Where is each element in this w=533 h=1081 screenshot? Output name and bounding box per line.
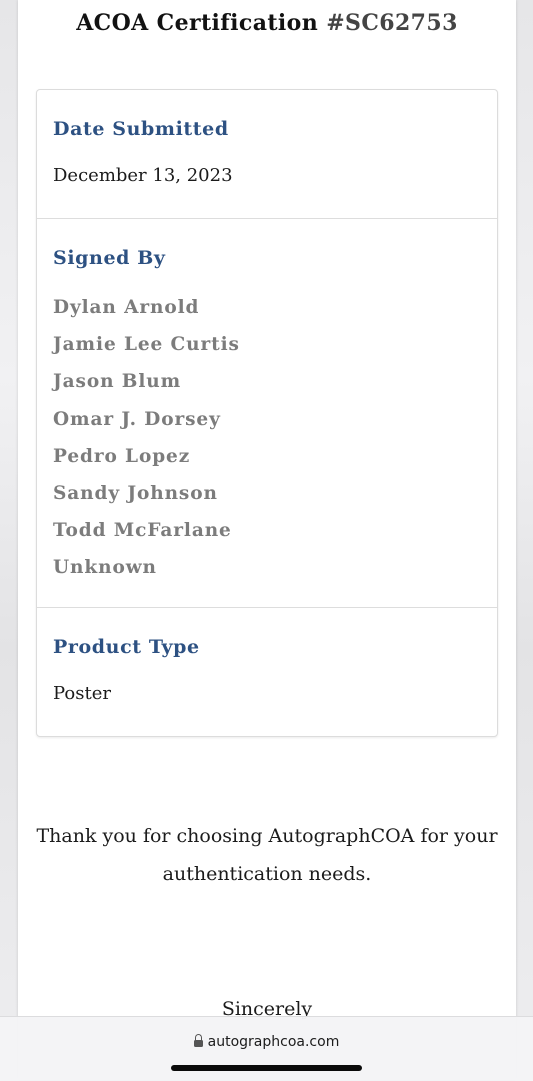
signer-item: Todd McFarlane (53, 520, 232, 542)
page-title: ACOA Certification #SC62753 (18, 10, 516, 36)
signer-item: Unknown (53, 557, 157, 579)
browser-address-bar[interactable]: autographcoa.com (0, 1016, 533, 1081)
background-left (0, 0, 18, 1080)
signer-item: Pedro Lopez (53, 445, 191, 467)
thank-you-message: Thank you for choosing AutographCOA for … (36, 825, 498, 885)
date-label: Date Submitted (53, 118, 229, 140)
signer-list: Dylan Arnold Jamie Lee Curtis Jason Blum… (53, 293, 240, 591)
product-type-value: Poster (53, 683, 111, 704)
signer-item: Sandy Johnson (53, 482, 218, 504)
url-text[interactable]: autographcoa.com (208, 1034, 340, 1050)
url-display[interactable]: autographcoa.com (0, 1031, 533, 1050)
certificate-page: ACOA Certification #SC62753 Date Submitt… (18, 0, 516, 1080)
certificate-number: #SC62753 (326, 10, 458, 36)
signed-by-label: Signed By (53, 247, 166, 269)
signer-item: Jason Blum (53, 371, 182, 393)
date-value: December 13, 2023 (53, 165, 233, 186)
title-prefix: ACOA Certification (76, 10, 327, 36)
product-type-label: Product Type (53, 636, 200, 658)
lock-icon (193, 1034, 203, 1047)
details-card: Date Submitted December 13, 2023 Signed … (36, 89, 498, 737)
background-right (516, 0, 533, 1080)
signer-item: Dylan Arnold (53, 297, 200, 318)
home-indicator[interactable] (171, 1065, 362, 1071)
product-type-section: Product Type Poster (37, 607, 497, 737)
date-section: Date Submitted December 13, 2023 (37, 90, 497, 218)
signer-item: Jamie Lee Curtis (53, 334, 240, 356)
signer-item: Omar J. Dorsey (53, 408, 221, 430)
signed-by-section: Signed By Dylan Arnold Jamie Lee Curtis … (37, 218, 497, 608)
